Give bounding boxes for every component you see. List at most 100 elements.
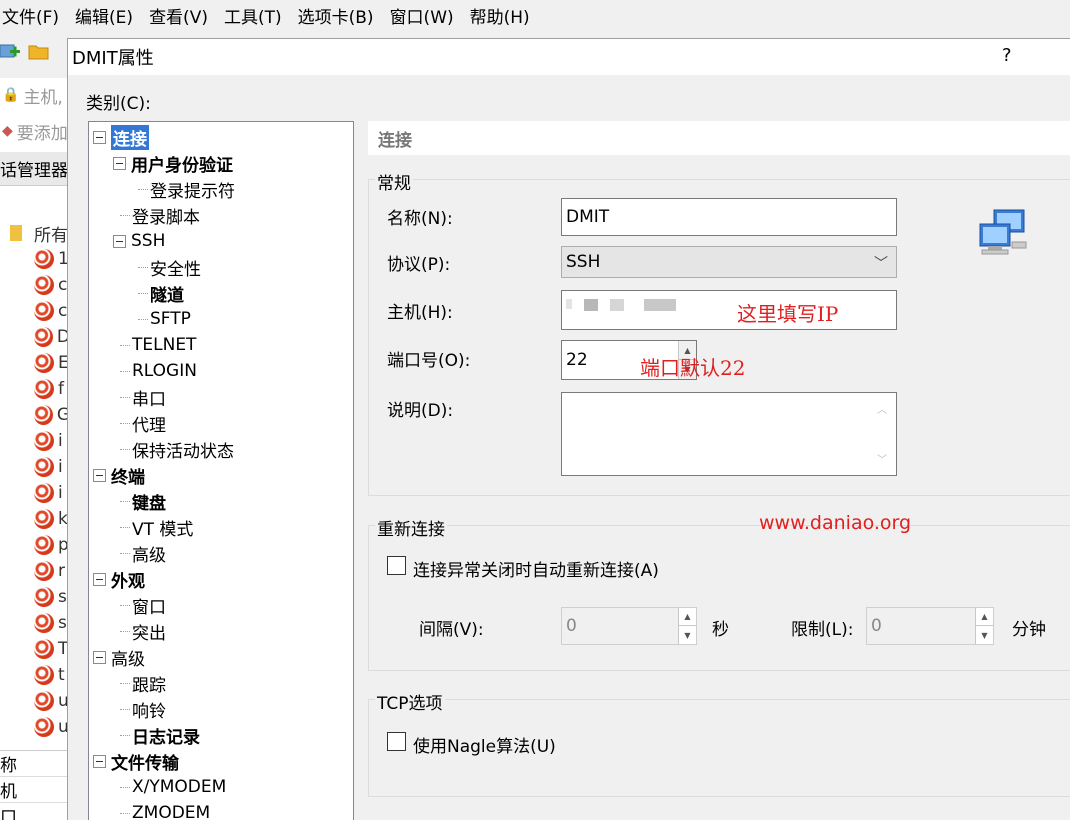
session-item[interactable]: 1: [0, 246, 70, 272]
scroll-up-icon[interactable]: ︿: [877, 401, 893, 416]
collapse-icon[interactable]: [93, 468, 106, 482]
tree-item[interactable]: 登录提示符: [138, 176, 235, 202]
session-icon: [34, 509, 54, 529]
auto-reconnect-label[interactable]: 连接异常关闭时自动重新连接(A): [413, 556, 659, 581]
session-item[interactable]: c: [0, 298, 70, 324]
nagle-label[interactable]: 使用Nagle算法(U): [413, 732, 556, 757]
session-item[interactable]: p: [0, 532, 70, 558]
spin-down-icon[interactable]: ▼: [679, 626, 696, 644]
session-item[interactable]: r: [0, 558, 70, 584]
interval-value: 0: [566, 616, 577, 636]
limit-label: 限制(L):: [791, 620, 854, 640]
help-button[interactable]: ?: [1002, 45, 1012, 66]
protocol-select[interactable]: SSH ﹀: [561, 246, 897, 278]
session-item[interactable]: t: [0, 662, 70, 688]
new-session-icon[interactable]: [0, 42, 22, 62]
tree-item[interactable]: ZMODEM: [120, 800, 210, 820]
name-input[interactable]: DMIT: [561, 198, 897, 236]
menu-item[interactable]: 帮助(H): [462, 3, 538, 28]
tree-item[interactable]: 日志记录: [120, 722, 200, 748]
session-tree: 所有 1ccDEfGiiikprssTtuu: [0, 186, 70, 746]
menu-item[interactable]: 选项卡(B): [290, 3, 382, 28]
tree-item[interactable]: 连接: [93, 124, 149, 150]
tree-item[interactable]: RLOGIN: [120, 358, 197, 384]
tree-item[interactable]: 隧道: [138, 280, 184, 306]
limit-spinner[interactable]: ▲ ▼: [975, 608, 993, 644]
tree-item[interactable]: VT 模式: [120, 514, 193, 540]
tree-item[interactable]: 串口: [120, 384, 166, 410]
tree-item[interactable]: 用户身份验证: [113, 150, 233, 176]
tree-item[interactable]: 高级: [93, 644, 145, 670]
tree-item[interactable]: X/YMODEM: [120, 774, 226, 800]
session-item[interactable]: i: [0, 428, 70, 454]
session-item[interactable]: G: [0, 402, 70, 428]
description-textarea[interactable]: ︿ ﹀: [561, 392, 897, 476]
interval-input[interactable]: 0 ▲ ▼: [561, 607, 697, 645]
collapse-icon[interactable]: [93, 754, 106, 768]
reconnect-legend: 重新连接: [375, 515, 447, 540]
spin-up-icon[interactable]: ▲: [976, 608, 993, 626]
session-item[interactable]: i: [0, 480, 70, 506]
tree-connector: [120, 553, 130, 554]
collapse-icon[interactable]: [93, 130, 106, 144]
tree-connector: [138, 189, 148, 190]
session-item[interactable]: D: [0, 324, 70, 350]
general-legend: 常规: [375, 169, 413, 194]
session-item[interactable]: f: [0, 376, 70, 402]
limit-input[interactable]: 0 ▲ ▼: [866, 607, 994, 645]
host-input[interactable]: [561, 290, 897, 330]
tree-item[interactable]: 外观: [93, 566, 145, 592]
category-label: 类别(C):: [86, 94, 151, 114]
collapse-icon[interactable]: [113, 234, 126, 248]
session-item[interactable]: s: [0, 610, 70, 636]
collapse-icon[interactable]: [93, 572, 106, 586]
tree-item[interactable]: 突出: [120, 618, 166, 644]
spin-down-icon[interactable]: ▼: [976, 626, 993, 644]
tree-item[interactable]: 保持活动状态: [120, 436, 234, 462]
open-folder-icon[interactable]: [28, 42, 50, 62]
tree-item[interactable]: 安全性: [138, 254, 201, 280]
tree-item[interactable]: SSH: [113, 228, 165, 254]
session-item[interactable]: u: [0, 714, 70, 740]
session-item[interactable]: E: [0, 350, 70, 376]
session-root[interactable]: 所有: [0, 220, 70, 246]
session-item[interactable]: s: [0, 584, 70, 610]
nagle-checkbox[interactable]: [387, 732, 406, 751]
session-item[interactable]: c: [0, 272, 70, 298]
tree-item[interactable]: SFTP: [138, 306, 191, 332]
spin-up-icon[interactable]: ▲: [679, 608, 696, 626]
description-label: 说明(D):: [387, 401, 454, 421]
interval-spinner[interactable]: ▲ ▼: [678, 608, 696, 644]
menu-item[interactable]: 查看(V): [141, 3, 216, 28]
session-item[interactable]: T: [0, 636, 70, 662]
tree-item[interactable]: 键盘: [120, 488, 166, 514]
collapse-icon[interactable]: [93, 650, 106, 664]
tree-item[interactable]: 代理: [120, 410, 166, 436]
scroll-down-icon[interactable]: ﹀: [877, 451, 893, 466]
property-row: 口: [0, 803, 70, 820]
session-item[interactable]: i: [0, 454, 70, 480]
collapse-icon[interactable]: [113, 156, 126, 170]
auto-reconnect-checkbox[interactable]: [387, 556, 406, 575]
menu-item[interactable]: 工具(T): [216, 3, 290, 28]
tree-item-label: 日志记录: [132, 727, 200, 748]
category-tree: 连接 用户身份验证 登录提示符 登录脚本 SSH 安全性 隧道 SFTP TELNET RLOGI…: [88, 121, 354, 820]
host-annotation: 这里填写IP: [737, 302, 839, 326]
port-value: 22: [566, 350, 588, 370]
menu-item[interactable]: 文件(F): [0, 3, 67, 28]
tree-item[interactable]: 高级: [120, 540, 166, 566]
menu-bar: 文件(F) 编辑(E) 查看(V) 工具(T) 选项卡(B) 窗口(W) 帮助(H): [0, 0, 1070, 30]
tree-item[interactable]: 响铃: [120, 696, 166, 722]
tree-item[interactable]: TELNET: [120, 332, 196, 358]
tree-item[interactable]: 窗口: [120, 592, 166, 618]
menu-item[interactable]: 编辑(E): [67, 3, 141, 28]
session-item[interactable]: k: [0, 506, 70, 532]
session-icon: [34, 483, 54, 503]
tree-item[interactable]: 登录脚本: [120, 202, 200, 228]
tree-item[interactable]: 跟踪: [120, 670, 166, 696]
tree-item[interactable]: 文件传输: [93, 748, 179, 774]
menu-item[interactable]: 窗口(W): [382, 3, 462, 28]
session-item[interactable]: u: [0, 688, 70, 714]
tree-item-label: 文件传输: [111, 753, 179, 774]
tree-item[interactable]: 终端: [93, 462, 145, 488]
